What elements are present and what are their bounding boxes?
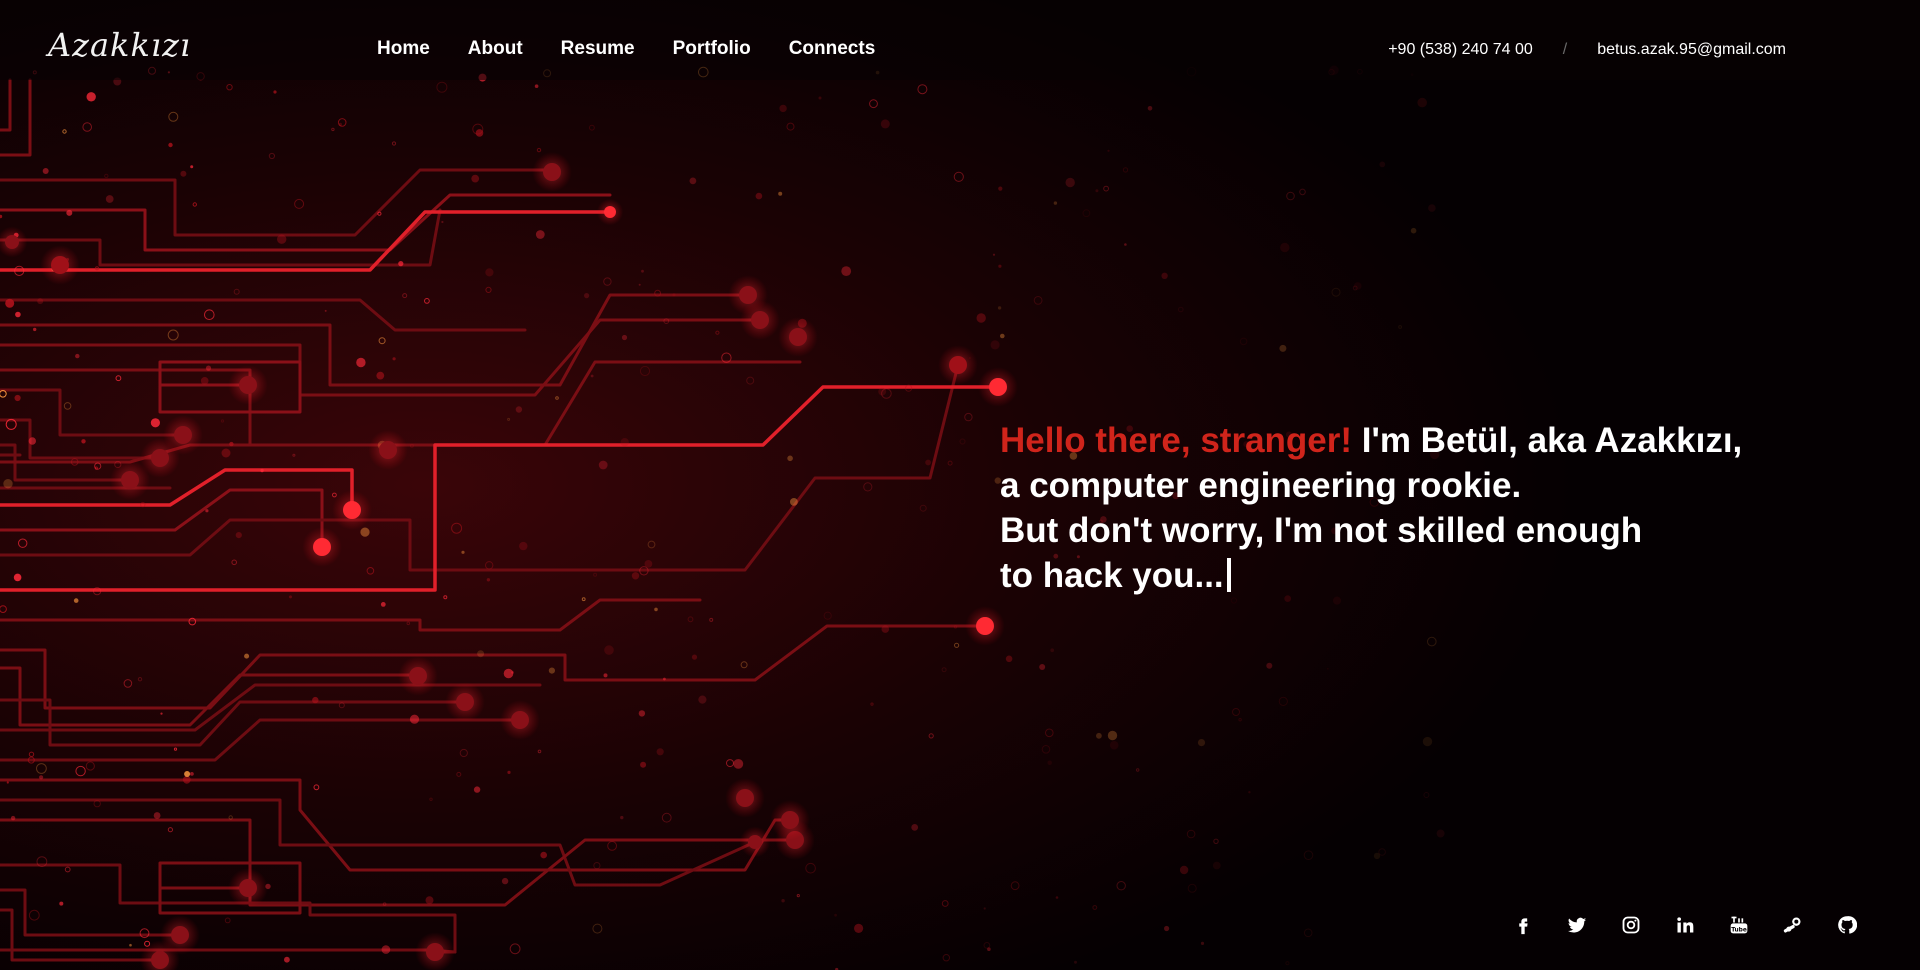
nav-home[interactable]: Home bbox=[377, 38, 430, 60]
social-links: Tube bbox=[1510, 912, 1860, 938]
instagram-icon[interactable] bbox=[1618, 912, 1644, 938]
steam-icon[interactable] bbox=[1780, 912, 1806, 938]
svg-text:Tube: Tube bbox=[1731, 927, 1747, 933]
youtube-icon[interactable]: Tube bbox=[1726, 912, 1752, 938]
hero-greeting: Hello there, stranger! bbox=[1000, 421, 1353, 460]
twitter-icon[interactable] bbox=[1564, 912, 1590, 938]
contact-info: +90 (538) 240 74 00 / betus.azak.95@gmai… bbox=[1388, 41, 1786, 59]
contact-separator: / bbox=[1562, 41, 1568, 58]
site-header: Azakkızı Home About Resume Portfolio Con… bbox=[0, 0, 1920, 80]
typing-cursor bbox=[1226, 558, 1231, 592]
hero-line-4: to hack you... bbox=[1000, 553, 1880, 598]
hero-line-1: Hello there, stranger! I'm Betül, aka Az… bbox=[1000, 418, 1880, 463]
hero-line-2: a computer engineering rookie. bbox=[1000, 466, 1522, 505]
email-address[interactable]: betus.azak.95@gmail.com bbox=[1597, 41, 1786, 59]
hero-intro: I'm Betül, aka Azakkızı, bbox=[1352, 421, 1743, 460]
linkedin-icon[interactable] bbox=[1672, 912, 1698, 938]
nav-connects[interactable]: Connects bbox=[789, 38, 876, 60]
hero-text: Hello there, stranger! I'm Betül, aka Az… bbox=[1000, 418, 1880, 598]
nav-resume[interactable]: Resume bbox=[561, 38, 635, 60]
phone-number[interactable]: +90 (538) 240 74 00 bbox=[1388, 41, 1533, 59]
facebook-icon[interactable] bbox=[1510, 912, 1536, 938]
main-nav: Home About Resume Portfolio Connects bbox=[377, 38, 875, 60]
hero-line-3: But don't worry, I'm not skilled enough bbox=[1000, 511, 1643, 550]
github-icon[interactable] bbox=[1834, 912, 1860, 938]
nav-portfolio[interactable]: Portfolio bbox=[673, 38, 751, 60]
site-logo[interactable]: Azakkızı bbox=[48, 26, 191, 64]
nav-about[interactable]: About bbox=[468, 38, 523, 60]
hero-line-4-text: to hack you... bbox=[1000, 556, 1224, 595]
